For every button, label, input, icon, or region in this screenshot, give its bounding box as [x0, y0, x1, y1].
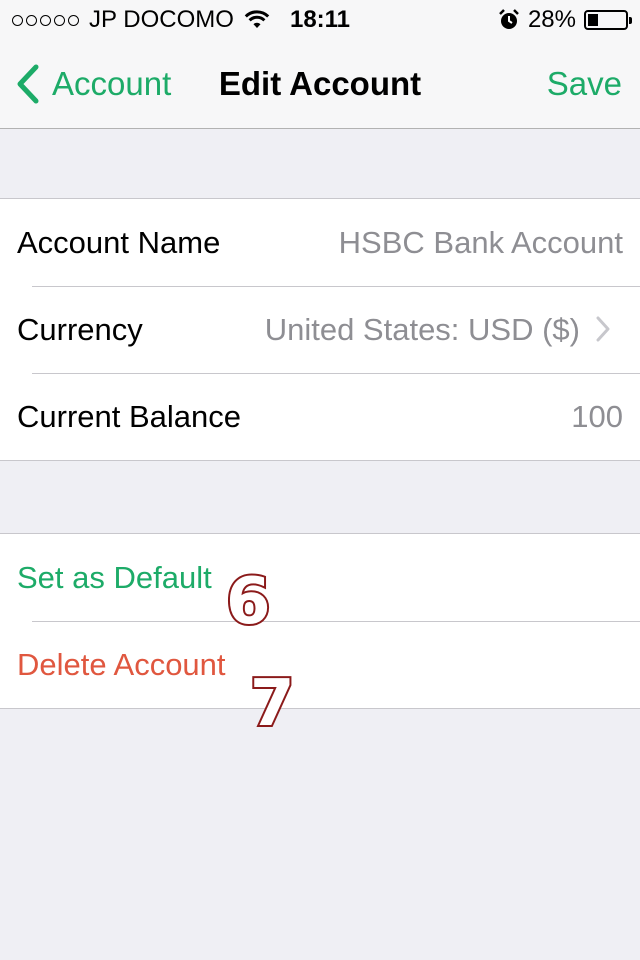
- current-balance-label: Current Balance: [17, 399, 242, 434]
- back-button[interactable]: Account: [14, 40, 171, 128]
- delete-account-row[interactable]: Delete Account: [0, 621, 640, 708]
- account-name-row[interactable]: Account Name HSBC Bank Account: [0, 199, 640, 286]
- save-button[interactable]: Save: [547, 40, 622, 128]
- current-balance-field[interactable]: 100: [571, 373, 623, 460]
- status-bar: JP DOCOMO 18:11 28%: [0, 0, 640, 40]
- actions-group: Set as Default Delete Account: [0, 533, 640, 709]
- set-default-row[interactable]: Set as Default: [0, 534, 640, 621]
- currency-label: Currency: [17, 312, 143, 347]
- battery-icon: [584, 10, 632, 30]
- currency-value: United States: USD ($): [264, 312, 580, 347]
- current-balance-row[interactable]: Current Balance 100: [0, 373, 640, 460]
- step-marker-7: 7: [248, 667, 296, 741]
- chevron-right-icon: [596, 316, 610, 342]
- status-right: 28%: [498, 6, 632, 34]
- battery-percent: 28%: [527, 6, 576, 33]
- account-name-label: Account Name: [17, 225, 221, 260]
- back-button-label: Account: [52, 65, 172, 102]
- delete-account-button[interactable]: Delete Account: [17, 621, 226, 708]
- set-as-default-button[interactable]: Set as Default: [17, 534, 212, 621]
- currency-row[interactable]: Currency United States: USD ($): [0, 286, 640, 373]
- navigation-bar: Account Edit Account Save: [0, 40, 640, 129]
- step-marker-6: 6: [224, 565, 272, 639]
- chevron-left-icon: [17, 64, 39, 104]
- account-fields-group: Account Name HSBC Bank Account Currency …: [0, 198, 640, 461]
- account-name-field[interactable]: HSBC Bank Account: [339, 199, 623, 286]
- alarm-icon: [499, 9, 519, 29]
